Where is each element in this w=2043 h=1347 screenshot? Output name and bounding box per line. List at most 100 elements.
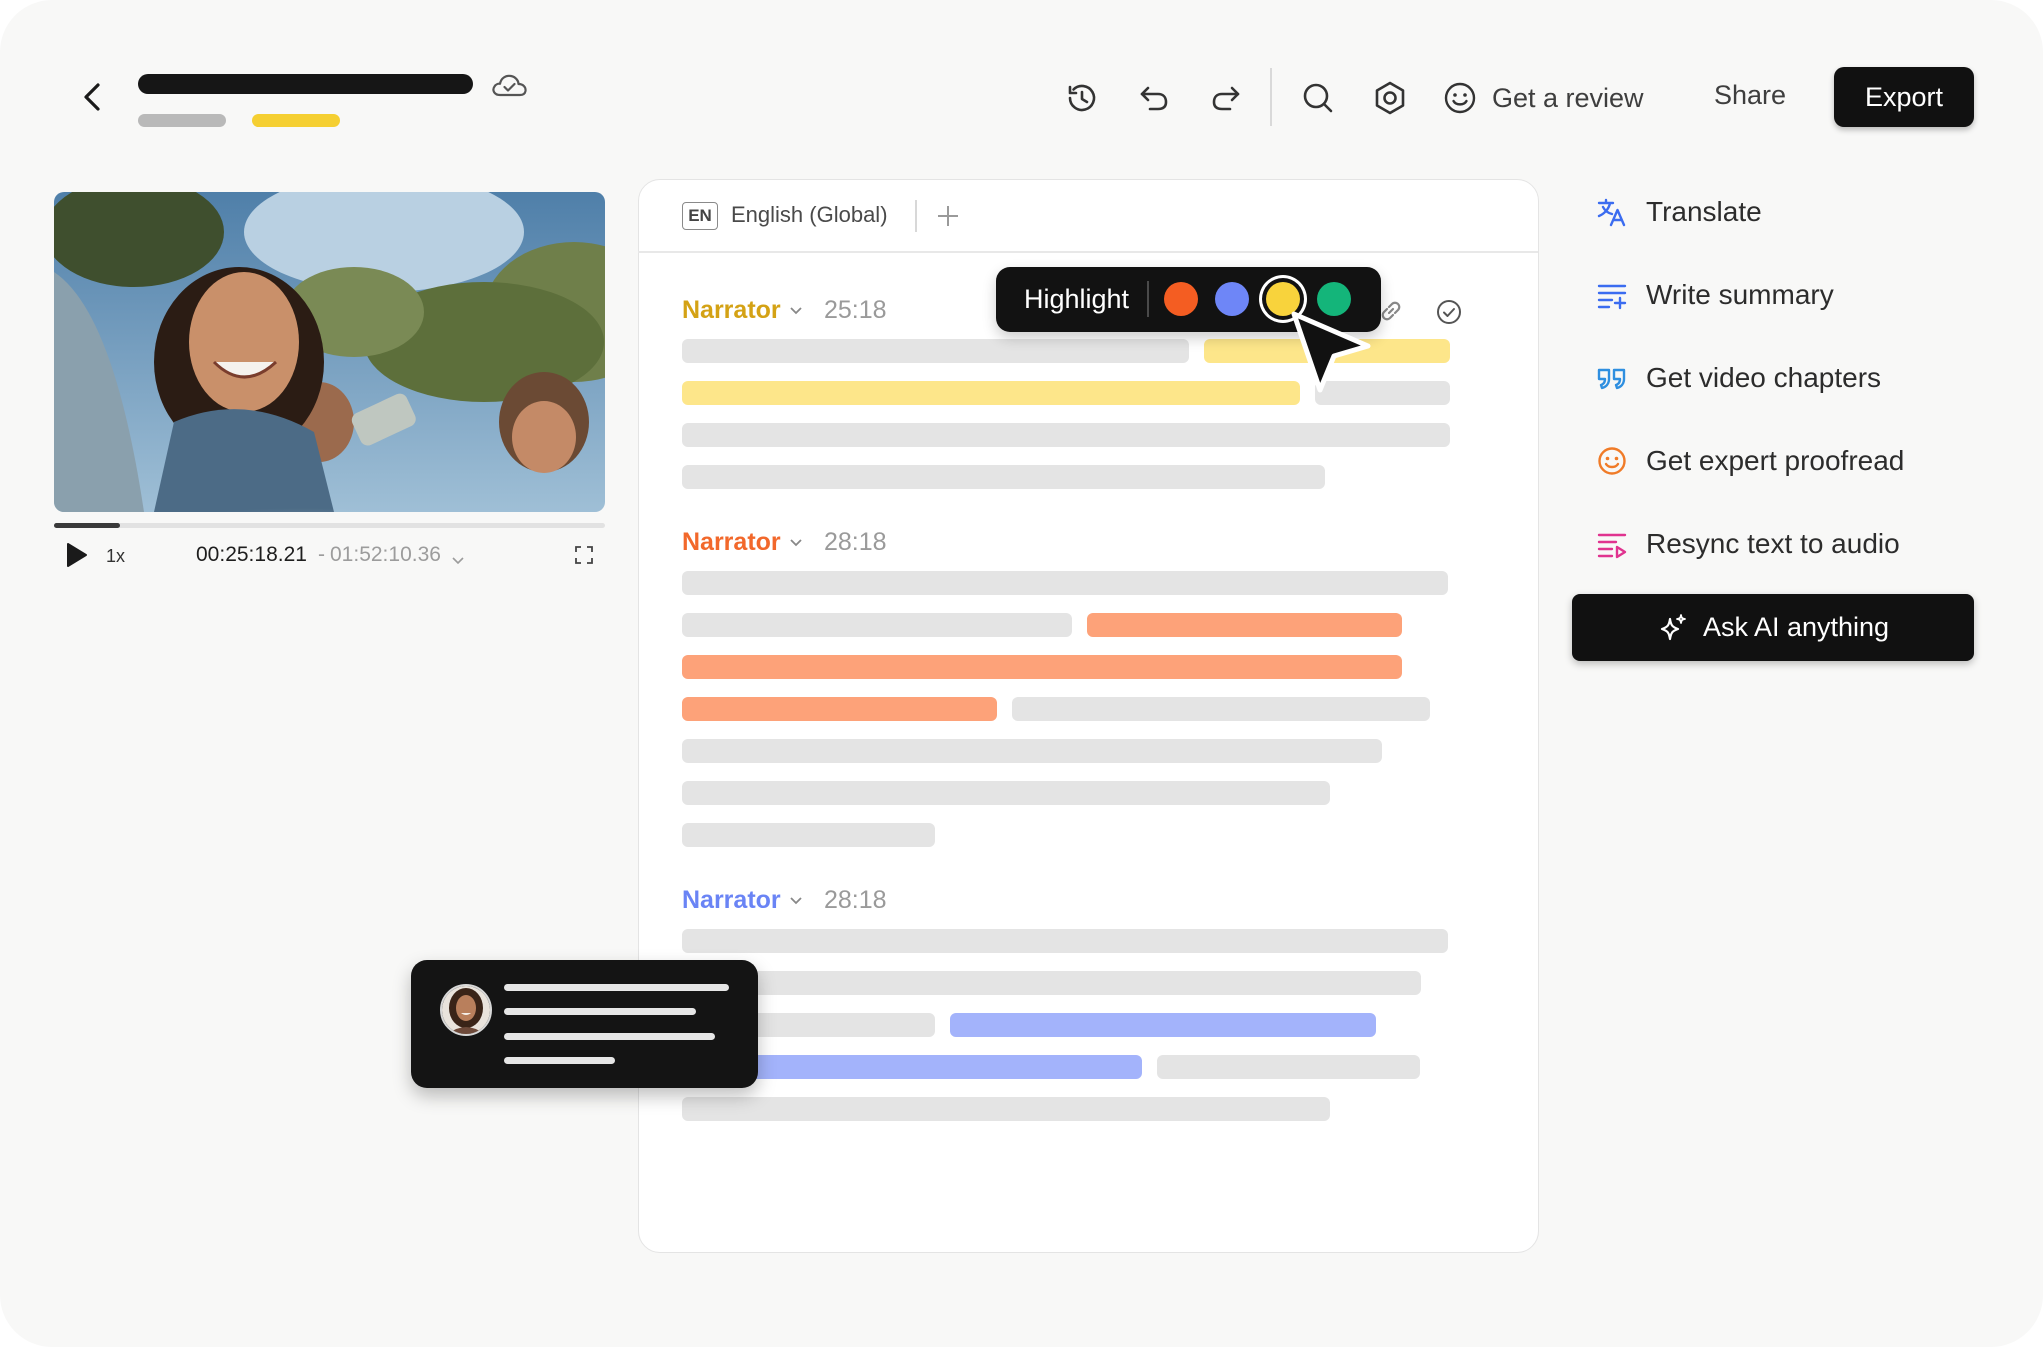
segment-timestamp[interactable]: 25:18	[824, 296, 887, 325]
video-chapters-action[interactable]: Get video chapters	[1596, 358, 1881, 398]
highlighted-text-line[interactable]	[682, 697, 997, 721]
highlight-color-blue[interactable]	[1215, 282, 1249, 316]
text-line[interactable]	[682, 1097, 1330, 1121]
chevron-left-icon	[84, 83, 100, 111]
text-line[interactable]	[682, 971, 1421, 995]
write-summary-action[interactable]: Write summary	[1596, 275, 1834, 315]
text-line[interactable]	[682, 781, 1330, 805]
expert-proofread-label: Get expert proofread	[1646, 445, 1905, 476]
cloud-saved-icon	[490, 70, 528, 102]
video-progress-track[interactable]	[54, 523, 605, 528]
total-duration[interactable]: 01:52:10.36	[330, 543, 441, 567]
add-language-button[interactable]	[936, 204, 960, 228]
ask-ai-button[interactable]: Ask AI anything	[1572, 594, 1974, 661]
video-chapters-label: Get video chapters	[1646, 362, 1882, 393]
text-line[interactable]	[1012, 697, 1430, 721]
highlighted-text-line[interactable]	[950, 1013, 1376, 1037]
toolbar-divider	[1270, 68, 1272, 126]
redo-icon	[1212, 86, 1240, 111]
settings-icon	[1375, 81, 1405, 115]
text-line[interactable]	[682, 929, 1448, 953]
back-button[interactable]	[72, 76, 114, 118]
comment-text-placeholder	[504, 1008, 696, 1015]
quote-icon	[1597, 368, 1626, 390]
settings-button[interactable]	[1370, 78, 1410, 118]
current-time: 00:25:18.21	[196, 543, 307, 566]
get-review-label: Get a review	[1492, 82, 1644, 113]
write-summary-label: Write summary	[1646, 279, 1834, 310]
playback-speed[interactable]: 1x	[106, 546, 125, 567]
play-button[interactable]	[64, 540, 90, 570]
plus-icon	[938, 206, 958, 226]
document-title-placeholder	[138, 74, 473, 94]
summary-icon	[1597, 284, 1627, 310]
play-icon	[67, 543, 87, 567]
share-button[interactable]: Share	[1714, 80, 1786, 111]
text-line[interactable]	[682, 339, 1189, 363]
speaker-name: Narrator	[682, 886, 781, 914]
resync-icon	[1597, 533, 1627, 559]
comment-text-placeholder	[504, 1033, 715, 1040]
language-code-badge: EN	[682, 202, 718, 230]
highlight-color-orange[interactable]	[1164, 282, 1198, 316]
speaker-dropdown[interactable]: Narrator	[682, 296, 803, 325]
status-placeholder	[252, 114, 340, 127]
comment-text-placeholder	[504, 984, 729, 991]
text-line[interactable]	[682, 571, 1448, 595]
chevron-down-icon	[452, 552, 464, 565]
smiley-icon	[1444, 82, 1476, 114]
chevron-down-icon	[790, 306, 802, 314]
fullscreen-icon	[575, 546, 593, 564]
speaker-name: Narrator	[682, 296, 781, 324]
subtitle-placeholder	[138, 114, 226, 127]
time-separator: -	[318, 543, 325, 566]
text-line[interactable]	[682, 739, 1382, 763]
undo-button[interactable]	[1134, 78, 1174, 118]
translate-label: Translate	[1646, 196, 1762, 227]
text-line[interactable]	[682, 823, 935, 847]
search-button[interactable]	[1298, 78, 1338, 118]
text-line[interactable]	[682, 613, 1072, 637]
avatar	[440, 984, 492, 1036]
ask-ai-label: Ask AI anything	[1702, 612, 1890, 642]
redo-button[interactable]	[1206, 78, 1246, 118]
highlighted-text-line[interactable]	[1087, 613, 1402, 637]
mouse-cursor-icon	[1286, 306, 1376, 406]
segment-timestamp[interactable]: 28:18	[824, 528, 887, 557]
speaker-name: Narrator	[682, 528, 781, 556]
highlighted-text-line[interactable]	[682, 655, 1402, 679]
comment-text-placeholder	[504, 1057, 615, 1064]
highlight-divider	[1147, 281, 1149, 317]
export-button[interactable]: Export	[1834, 67, 1974, 127]
expert-proofread-action[interactable]: Get expert proofread	[1596, 441, 1904, 481]
translate-icon	[1597, 198, 1626, 227]
undo-icon	[1140, 86, 1168, 111]
text-line[interactable]	[682, 423, 1450, 447]
app-window: Get a review Share Export 1x 00:25:18.21…	[0, 0, 2043, 1347]
language-divider	[915, 200, 917, 232]
check-circle-icon[interactable]	[1436, 299, 1462, 325]
history-button[interactable]	[1062, 78, 1102, 118]
history-icon	[1068, 84, 1096, 112]
resync-text-action[interactable]: Resync text to audio	[1596, 524, 1900, 564]
search-icon	[1303, 83, 1333, 113]
highlighted-text-line[interactable]	[682, 381, 1300, 405]
sparkle-icon	[1660, 613, 1686, 640]
video-preview[interactable]	[54, 192, 605, 512]
fullscreen-button[interactable]	[575, 546, 593, 564]
speaker-dropdown[interactable]: Narrator	[682, 886, 803, 915]
resync-text-label: Resync text to audio	[1646, 528, 1900, 559]
text-line[interactable]	[682, 465, 1325, 489]
translate-action[interactable]: Translate	[1596, 192, 1762, 232]
chevron-down-icon	[790, 896, 802, 904]
get-review-button[interactable]: Get a review	[1442, 76, 1644, 120]
chevron-down-icon	[790, 538, 802, 546]
video-progress-fill	[54, 523, 121, 528]
smiley-icon	[1598, 447, 1626, 475]
text-line[interactable]	[1157, 1055, 1420, 1079]
highlight-label: Highlight	[1024, 284, 1130, 314]
speaker-dropdown[interactable]: Narrator	[682, 528, 803, 557]
language-tab[interactable]: English (Global)	[731, 202, 888, 228]
segment-timestamp[interactable]: 28:18	[824, 886, 887, 915]
panel-header-divider	[638, 251, 1538, 253]
